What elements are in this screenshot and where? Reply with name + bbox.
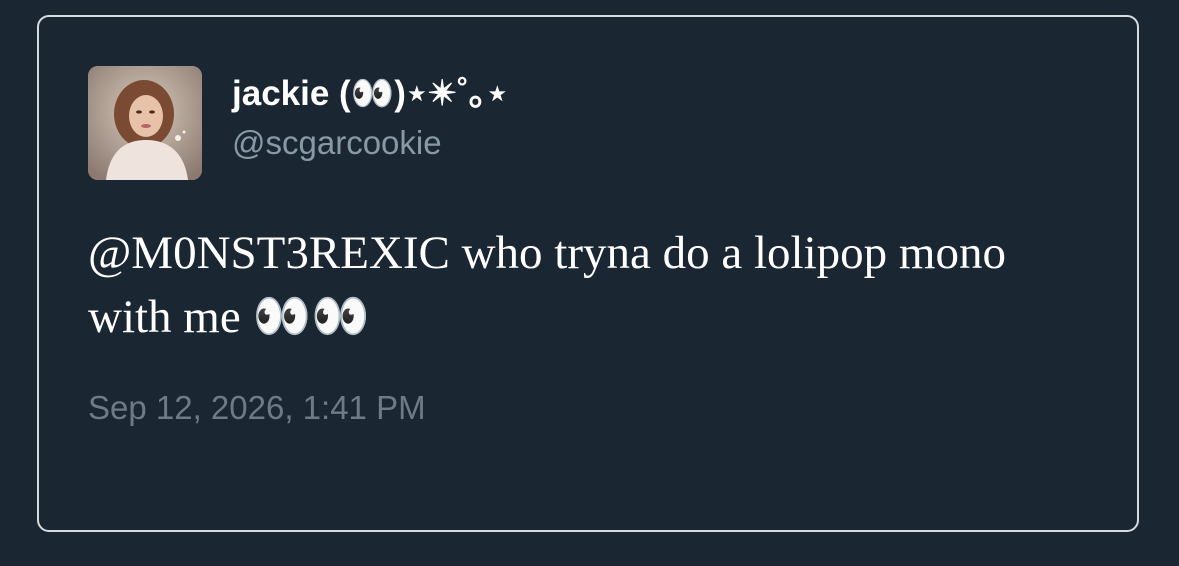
handle[interactable]: @scgarcookie [232,122,442,164]
timestamp[interactable]: Sep 12, 2026, 1:41 PM [88,387,426,429]
tweet-text: @M0NST3REXIC who tryna do a lolipop mono… [88,227,1006,343]
display-name[interactable]: jackie (👀)⋆✴︎˚｡⋆ [232,72,508,116]
avatar[interactable] [88,66,202,180]
tweet-card: jackie (👀)⋆✴︎˚｡⋆ @scgarcookie @M0NST3REX… [37,15,1139,532]
profile-photo-icon [88,66,202,180]
